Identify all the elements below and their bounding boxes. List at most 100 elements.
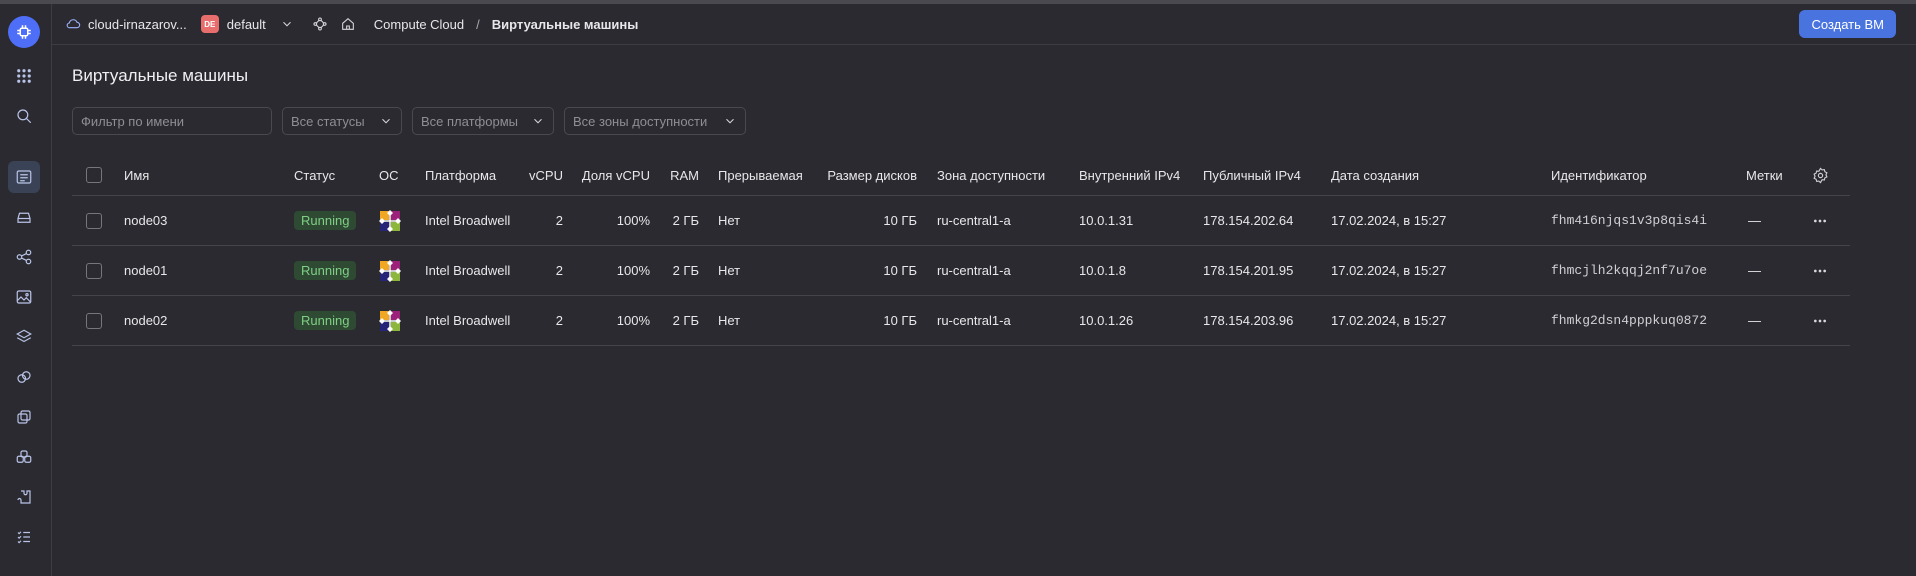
row-checkbox-cell[interactable] [86,246,102,295]
name-filter-input[interactable]: Фильтр по имени [72,107,272,135]
disks-nav-icon[interactable] [8,201,40,233]
ip-public-cell: 178.154.201.95 [1203,263,1294,278]
services-graph-icon[interactable] [312,16,328,32]
centos-os-icon [378,246,402,295]
labels-cell: — [1748,313,1761,328]
placement-groups-nav-icon[interactable] [8,441,40,473]
col-header-platform[interactable]: Платформа [425,155,496,195]
select-all-checkbox-cell[interactable] [86,155,102,195]
col-header-ram[interactable]: RAM [657,155,699,195]
status-cell: Running [294,296,357,345]
home-icon[interactable] [340,16,356,32]
col-header-os[interactable]: ОС [379,155,399,195]
col-header-zone[interactable]: Зона доступности [937,155,1045,195]
folder-name: default [226,16,266,32]
images-nav-icon[interactable] [8,281,40,313]
chevron-down-icon [531,114,545,128]
left-navigation-rail [0,4,52,576]
vcpu-share-cell: 100% [616,213,650,228]
col-header-labels[interactable]: Метки [1746,155,1783,195]
zone-cell: ru-central1-a [937,263,1011,278]
plugins-nav-icon[interactable] [8,481,40,513]
ram-cell: 2 ГБ [672,313,699,328]
vcpu-cell: 2 [555,263,563,278]
ip-internal-cell: 10.0.1.31 [1079,213,1134,228]
folder-selector[interactable]: DE default [187,15,294,33]
platform-filter-select[interactable]: Все платформы [412,107,554,135]
status-cell: Running [294,196,357,245]
row-checkbox[interactable] [86,262,102,279]
status-filter-value: Все статусы [291,113,365,129]
row-actions-more-icon[interactable] [1812,296,1828,345]
platform-cell: Intel Broadwell [425,313,511,328]
centos-os-icon [378,196,402,245]
table-row[interactable]: node01 Running Intel Broadwell 2 100% 2 … [72,246,1850,296]
table-settings-gear-icon[interactable] [1812,155,1829,195]
table-row[interactable]: node03 Running Intel Broadwell 2 100% 2 … [72,196,1850,246]
row-checkbox[interactable] [86,312,102,329]
row-actions-more-icon[interactable] [1812,196,1828,245]
zone-filter-value: Все зоны доступности [573,113,708,129]
labels-cell: — [1748,263,1761,278]
cloud-selector[interactable]: cloud-irnazarov... [65,16,187,33]
id-cell: fhmcjlh2kqqj2nf7u7oe [1551,263,1708,278]
disk-cell: 10 ГБ [883,213,917,228]
zone-filter-select[interactable]: Все зоны доступности [564,107,746,135]
table-header-row: Имя Статус ОС Платформа vCPU Доля vCPU R… [72,155,1850,196]
row-actions-more-icon[interactable] [1812,246,1828,295]
chevron-down-icon [379,114,393,128]
breadcrumb-separator: / [476,16,480,32]
vcpu-share-cell: 100% [616,313,650,328]
vm-name[interactable]: node02 [124,296,167,345]
col-header-ip-internal[interactable]: Внутренний IPv4 [1079,155,1180,195]
row-checkbox[interactable] [86,212,102,229]
filters-bar: Фильтр по имени Все статусы Все платформ… [72,107,746,135]
row-checkbox-cell[interactable] [86,196,102,245]
apps-grid-icon[interactable] [8,60,40,92]
vm-name[interactable]: node01 [124,246,167,295]
status-badge: Running [294,311,357,330]
col-header-preemptible[interactable]: Прерываемая [718,155,803,195]
labels-cell: — [1748,213,1761,228]
created-cell: 17.02.2024, в 15:27 [1331,213,1447,228]
centos-os-icon [378,296,402,345]
ram-cell: 2 ГБ [672,263,699,278]
row-checkbox-cell[interactable] [86,296,102,345]
ram-cell: 2 ГБ [672,213,699,228]
network-nav-icon[interactable] [8,241,40,273]
col-header-disk[interactable]: Размер дисков [807,155,917,195]
col-header-ip-public[interactable]: Публичный IPv4 [1203,155,1301,195]
status-filter-select[interactable]: Все статусы [282,107,402,135]
platform-cell: Intel Broadwell [425,213,511,228]
vm-table: Имя Статус ОС Платформа vCPU Доля vCPU R… [72,155,1850,346]
name-filter-placeholder: Фильтр по имени [81,113,185,129]
create-vm-button[interactable]: Создать ВМ [1799,10,1896,38]
instance-groups-nav-icon[interactable] [8,361,40,393]
disk-cell: 10 ГБ [883,313,917,328]
col-header-id[interactable]: Идентификатор [1551,155,1647,195]
tasks-list-nav-icon[interactable] [8,521,40,553]
vm-name[interactable]: node03 [124,196,167,245]
col-header-vcpu[interactable]: vCPU [512,155,563,195]
snapshots-nav-icon[interactable] [8,401,40,433]
ip-internal-cell: 10.0.1.26 [1079,313,1134,328]
cloud-icon [65,16,81,33]
col-header-name[interactable]: Имя [124,155,149,195]
col-header-status[interactable]: Статус [294,155,335,195]
zone-cell: ru-central1-a [937,313,1011,328]
ip-public-cell: 178.154.203.96 [1203,313,1294,328]
search-icon[interactable] [8,100,40,132]
compute-logo-icon[interactable] [8,16,40,48]
table-row[interactable]: node02 Running Intel Broadwell 2 100% 2 … [72,296,1850,346]
select-all-checkbox[interactable] [86,167,102,183]
virtual-machines-nav-icon[interactable] [8,161,40,193]
col-header-created[interactable]: Дата создания [1331,155,1419,195]
id-cell: fhmkg2dsn4pppkuq0872 [1551,313,1708,328]
preemptible-cell: Нет [718,263,741,278]
preemptible-cell: Нет [718,313,741,328]
breadcrumb-service[interactable]: Compute Cloud [374,17,464,32]
col-header-vcpu-share[interactable]: Доля vCPU [572,155,650,195]
layers-nav-icon[interactable] [8,321,40,353]
folder-badge: DE [200,15,219,33]
disk-cell: 10 ГБ [883,263,917,278]
